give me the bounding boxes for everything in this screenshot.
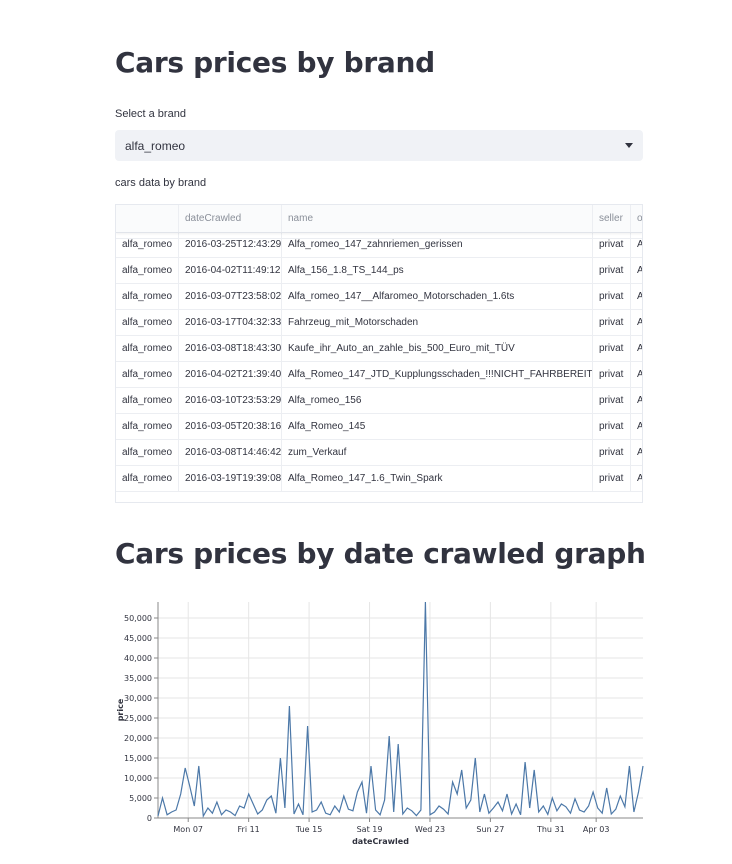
y-tick-label: 40,000: [124, 654, 152, 663]
cell-datecrawled[interactable]: 2016-03-07T23:58:02: [179, 284, 282, 309]
cell-brand[interactable]: alfa_romeo: [116, 310, 179, 335]
brand-select[interactable]: alfa_romeo: [115, 130, 643, 161]
column-header-datecrawled[interactable]: dateCrawled: [179, 205, 282, 232]
x-tick-label: Thu 31: [536, 825, 565, 834]
chart-title: Cars prices by date crawled graph: [115, 537, 646, 570]
cell-brand[interactable]: alfa_romeo: [116, 336, 179, 361]
cell-datecrawled[interactable]: 2016-04-02T11:49:12: [179, 258, 282, 283]
table-row[interactable]: alfa_romeo 2016-04-02T21:39:40 Alfa_Romeo_…: [116, 362, 642, 388]
cell-brand[interactable]: alfa_romeo: [116, 414, 179, 439]
column-header-seller[interactable]: seller: [593, 205, 631, 232]
cell-name[interactable]: Alfa_romeo_156: [282, 388, 593, 413]
cars-data-table[interactable]: dateCrawled name seller o alfa_romeo 2016…: [115, 204, 643, 503]
cell-datecrawled[interactable]: 2016-03-19T19:39:08: [179, 466, 282, 491]
x-tick-label: Mon 07: [173, 825, 203, 834]
cell-name[interactable]: Alfa_Romeo_145: [282, 414, 593, 439]
table-caption: cars data by brand: [115, 177, 207, 189]
cell-offertype[interactable]: A: [631, 284, 642, 309]
cell-datecrawled[interactable]: 2016-03-08T18:43:30: [179, 336, 282, 361]
cell-brand[interactable]: alfa_romeo: [116, 388, 179, 413]
y-tick-label: 15,000: [124, 754, 152, 763]
cell-brand[interactable]: alfa_romeo: [116, 284, 179, 309]
cell-brand[interactable]: alfa_romeo: [116, 258, 179, 283]
y-tick-label: 10,000: [124, 774, 152, 783]
table-row[interactable]: alfa_romeo 2016-03-08T14:46:42 zum_Verkauf…: [116, 440, 642, 466]
table-row[interactable]: alfa_romeo 2016-03-10T23:53:29 Alfa_romeo_…: [116, 388, 642, 414]
cell-datecrawled[interactable]: 2016-03-17T04:32:33: [179, 310, 282, 335]
chevron-down-icon[interactable]: [625, 143, 633, 148]
column-header-name[interactable]: name: [282, 205, 593, 232]
cell-datecrawled[interactable]: 2016-03-08T14:46:42: [179, 440, 282, 465]
cell-brand[interactable]: alfa_romeo: [116, 440, 179, 465]
y-tick-label: 50,000: [124, 614, 152, 623]
cell-name[interactable]: zum_Verkauf: [282, 440, 593, 465]
y-tick-label: 25,000: [124, 714, 152, 723]
cell-seller[interactable]: privat: [593, 362, 631, 387]
cell-brand[interactable]: alfa_romeo: [116, 362, 179, 387]
cell-brand[interactable]: alfa_romeo: [116, 232, 179, 257]
cell-seller[interactable]: privat: [593, 414, 631, 439]
table-row[interactable]: alfa_romeo 2016-03-08T18:43:30 Kaufe_ihr_A…: [116, 336, 642, 362]
cell-offertype[interactable]: A: [631, 310, 642, 335]
table-row[interactable]: alfa_romeo 2016-03-05T20:38:16 Alfa_Romeo_…: [116, 414, 642, 440]
y-tick-label: 5,000: [129, 794, 152, 803]
cell-offertype[interactable]: A: [631, 414, 642, 439]
cell-offertype[interactable]: A: [631, 466, 642, 491]
y-axis-title: price: [116, 698, 125, 721]
y-tick-label: 35,000: [124, 674, 152, 683]
cell-seller[interactable]: privat: [593, 388, 631, 413]
x-axis-title: dateCrawled: [352, 837, 409, 846]
cell-offertype[interactable]: A: [631, 232, 642, 257]
cell-name[interactable]: Fahrzeug_mit_Motorschaden: [282, 310, 593, 335]
cell-seller[interactable]: privat: [593, 466, 631, 491]
table-row[interactable]: alfa_romeo 2016-03-25T12:43:29 Alfa_romeo_…: [116, 232, 642, 258]
table-row[interactable]: alfa_romeo 2016-03-19T19:39:08 Alfa_Romeo_…: [116, 466, 642, 492]
column-header-index[interactable]: [116, 205, 179, 232]
cell-datecrawled[interactable]: 2016-03-25T12:43:29: [179, 232, 282, 257]
cell-seller[interactable]: privat: [593, 310, 631, 335]
x-tick-label: Wed 23: [415, 825, 445, 834]
x-tick-label: Sun 27: [476, 825, 504, 834]
table-header: dateCrawled name seller o: [116, 205, 642, 233]
price-line-chart: 0 5,000 10,000 15,000 20,000 25,000 30,000 35,0…: [116, 601, 644, 846]
cell-name[interactable]: Alfa_Romeo_147_JTD_Kupplungsschaden_!!!N…: [282, 362, 593, 387]
price-series-line: [157, 601, 644, 818]
y-tick-label: 20,000: [124, 734, 152, 743]
cell-name[interactable]: Alfa_romeo_147_zahnriemen_gerissen: [282, 232, 593, 257]
cell-name[interactable]: Alfa_romeo_147__Alfaromeo_Motorschaden_1…: [282, 284, 593, 309]
cell-seller[interactable]: privat: [593, 258, 631, 283]
y-tick-label: 0: [147, 814, 152, 823]
cell-seller[interactable]: privat: [593, 440, 631, 465]
cell-offertype[interactable]: A: [631, 258, 642, 283]
cell-seller[interactable]: privat: [593, 284, 631, 309]
cell-name[interactable]: Kaufe_ihr_Auto_an_zahle_bis_500_Euro_mit…: [282, 336, 593, 361]
page-title: Cars prices by brand: [115, 46, 435, 79]
x-tick-label: Tue 15: [295, 825, 322, 834]
y-tick-label: 45,000: [124, 634, 152, 643]
x-tick-label: Apr 03: [583, 825, 610, 834]
cell-offertype[interactable]: A: [631, 440, 642, 465]
column-header-offertype[interactable]: o: [631, 205, 642, 232]
brand-select-value: alfa_romeo: [125, 138, 186, 153]
cell-datecrawled[interactable]: 2016-03-10T23:53:29: [179, 388, 282, 413]
cell-brand[interactable]: alfa_romeo: [116, 466, 179, 491]
cell-offertype[interactable]: A: [631, 362, 642, 387]
cell-seller[interactable]: privat: [593, 232, 631, 257]
x-tick-label: Sat 19: [357, 825, 383, 834]
brand-select-label: Select a brand: [115, 108, 186, 120]
cell-datecrawled[interactable]: 2016-04-02T21:39:40: [179, 362, 282, 387]
table-row[interactable]: alfa_romeo 2016-03-17T04:32:33 Fahrzeug_mi…: [116, 310, 642, 336]
table-row[interactable]: alfa_romeo 2016-03-07T23:58:02 Alfa_romeo_…: [116, 284, 642, 310]
x-tick-label: Fri 11: [238, 825, 260, 834]
cell-name[interactable]: Alfa_Romeo_147_1.6_Twin_Spark: [282, 466, 593, 491]
cell-offertype[interactable]: A: [631, 336, 642, 361]
cell-seller[interactable]: privat: [593, 336, 631, 361]
y-tick-label: 30,000: [124, 694, 152, 703]
cell-offertype[interactable]: A: [631, 388, 642, 413]
cell-name[interactable]: Alfa_156_1.8_TS_144_ps: [282, 258, 593, 283]
table-row[interactable]: alfa_romeo 2016-04-02T11:49:12 Alfa_156_1.…: [116, 258, 642, 284]
cell-datecrawled[interactable]: 2016-03-05T20:38:16: [179, 414, 282, 439]
